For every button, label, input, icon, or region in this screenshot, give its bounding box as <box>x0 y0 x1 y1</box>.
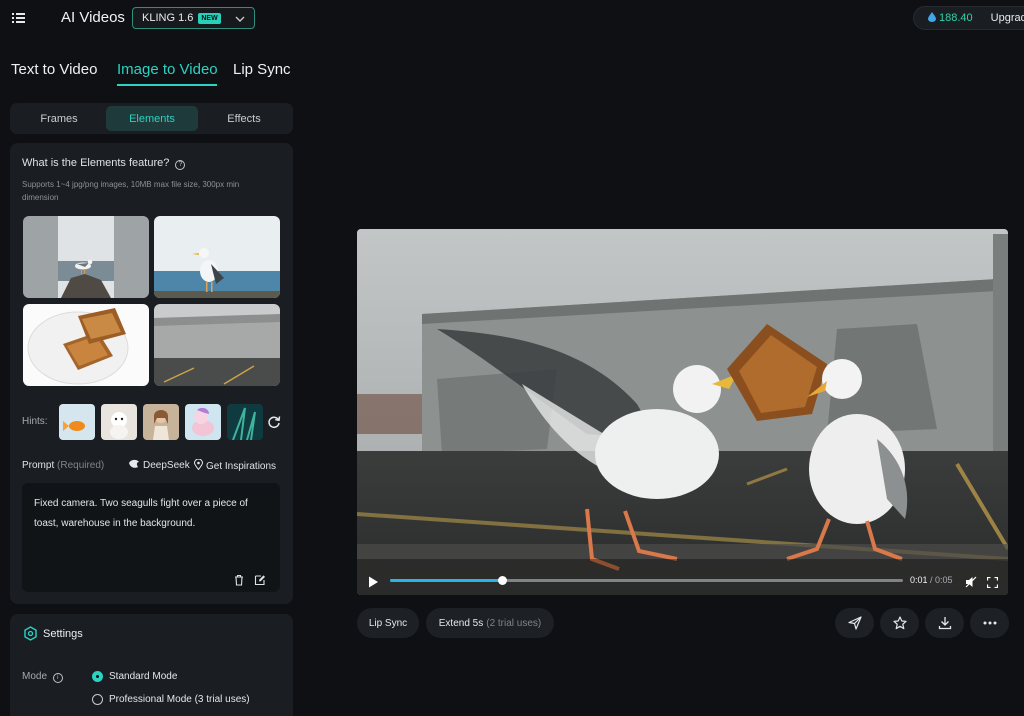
get-inspirations-button[interactable]: Get Inspirations <box>193 458 277 473</box>
star-icon[interactable] <box>880 608 919 638</box>
subtab-elements[interactable]: Elements <box>106 106 198 131</box>
lip-sync-button[interactable]: Lip Sync <box>357 608 419 638</box>
help-icon: ? <box>175 160 186 170</box>
hint-underwater-plant[interactable] <box>227 404 263 440</box>
play-icon[interactable] <box>368 575 379 593</box>
radio-professional-mode[interactable]: Professional Mode (3 trial uses) <box>92 694 250 705</box>
model-name: KLING 1.6 <box>142 12 194 24</box>
credits-value: 188.40 <box>939 12 973 24</box>
fullscreen-icon[interactable] <box>986 575 999 593</box>
hint-woman[interactable] <box>143 404 179 440</box>
edit-icon[interactable] <box>254 573 266 586</box>
element-image-4[interactable] <box>154 304 280 386</box>
water-drop-icon <box>928 11 936 25</box>
radio-button[interactable] <box>92 671 103 682</box>
hint-puppy[interactable] <box>101 404 137 440</box>
element-image-2[interactable] <box>154 216 280 298</box>
professional-mode-label: Professional Mode (3 trial uses) <box>109 694 250 705</box>
settings-panel: Settings Mode i Standard Mode Profession… <box>10 614 293 716</box>
lip-sync-label: Lip Sync <box>368 617 408 629</box>
active-tab-indicator <box>117 84 217 86</box>
hints-label: Hints: <box>22 416 48 427</box>
mute-icon[interactable] <box>965 575 977 593</box>
elements-title: What is the Elements feature? <box>22 157 170 169</box>
video-player[interactable] <box>357 229 1008 595</box>
download-icon[interactable] <box>925 608 964 638</box>
element-image-1[interactable] <box>23 216 149 298</box>
extend-label: Extend 5s <box>438 617 484 629</box>
menu-icon[interactable] <box>9 9 27 27</box>
more-icon[interactable] <box>970 608 1009 638</box>
hint-goldfish[interactable] <box>59 404 95 440</box>
duration: / 0:05 <box>930 575 953 585</box>
subtab-frames[interactable]: Frames <box>13 106 105 131</box>
location-pin-icon <box>193 458 204 473</box>
elements-panel: What is the Elements feature? ? Supports… <box>10 143 293 604</box>
prompt-label-text: Prompt <box>22 460 55 471</box>
new-badge: NEW <box>198 12 221 24</box>
prompt-input[interactable]: Fixed camera. Two seagulls fight over a … <box>22 483 280 592</box>
settings-title: Settings <box>43 628 83 640</box>
upgrade-button[interactable]: Upgrade <box>991 12 1024 24</box>
progress-bar[interactable] <box>390 576 903 585</box>
prompt-label: Prompt (Required) <box>22 460 104 471</box>
tab-text-to-video[interactable]: Text to Video <box>11 61 97 78</box>
inspirations-label: Get Inspirations <box>206 460 277 472</box>
mode-label: Mode i <box>22 671 63 683</box>
hexagon-settings-icon <box>23 626 38 641</box>
extend-button[interactable]: Extend 5s (2 trial uses) <box>426 608 554 638</box>
time-readout: 0:01 / 0:05 <box>910 575 953 585</box>
hint-cartoon-pony[interactable] <box>185 404 221 440</box>
send-icon[interactable] <box>835 608 874 638</box>
video-frame <box>357 229 1008 595</box>
model-select[interactable]: KLING 1.6 NEW <box>132 7 255 29</box>
deepseek-icon <box>128 459 140 472</box>
radio-standard-mode[interactable]: Standard Mode <box>92 671 177 682</box>
element-image-3[interactable] <box>23 304 149 386</box>
tab-image-to-video[interactable]: Image to Video <box>117 61 218 78</box>
current-time: 0:01 <box>910 575 928 585</box>
extend-note: (2 trial uses) <box>486 617 542 629</box>
credits-pill[interactable]: 188.40 Upgrade <box>913 6 1024 30</box>
elements-description: Supports 1~4 jpg/png images, 10MB max fi… <box>22 180 240 202</box>
elements-help[interactable]: What is the Elements feature? ? <box>22 157 186 170</box>
tab-lip-sync[interactable]: Lip Sync <box>233 61 291 78</box>
page-title: AI Videos <box>61 9 125 26</box>
deepseek-label: DeepSeek <box>143 460 190 471</box>
chevron-down-icon <box>235 14 245 26</box>
sub-tab-bar: Frames Elements Effects <box>10 103 293 134</box>
progress-fill <box>390 579 503 582</box>
deepseek-button[interactable]: DeepSeek <box>128 459 190 472</box>
refresh-icon[interactable] <box>266 414 282 430</box>
radio-button[interactable] <box>92 694 103 705</box>
info-icon[interactable]: i <box>52 673 63 683</box>
top-bar: AI Videos KLING 1.6 NEW 188.40 Upgrade <box>0 0 1024 36</box>
standard-mode-label: Standard Mode <box>109 671 178 682</box>
prompt-required: (Required) <box>57 460 105 471</box>
trash-icon[interactable] <box>233 573 245 586</box>
mode-label-text: Mode <box>22 671 48 682</box>
subtab-effects[interactable]: Effects <box>198 106 290 131</box>
prompt-text[interactable]: Fixed camera. Two seagulls fight over a … <box>34 494 272 534</box>
